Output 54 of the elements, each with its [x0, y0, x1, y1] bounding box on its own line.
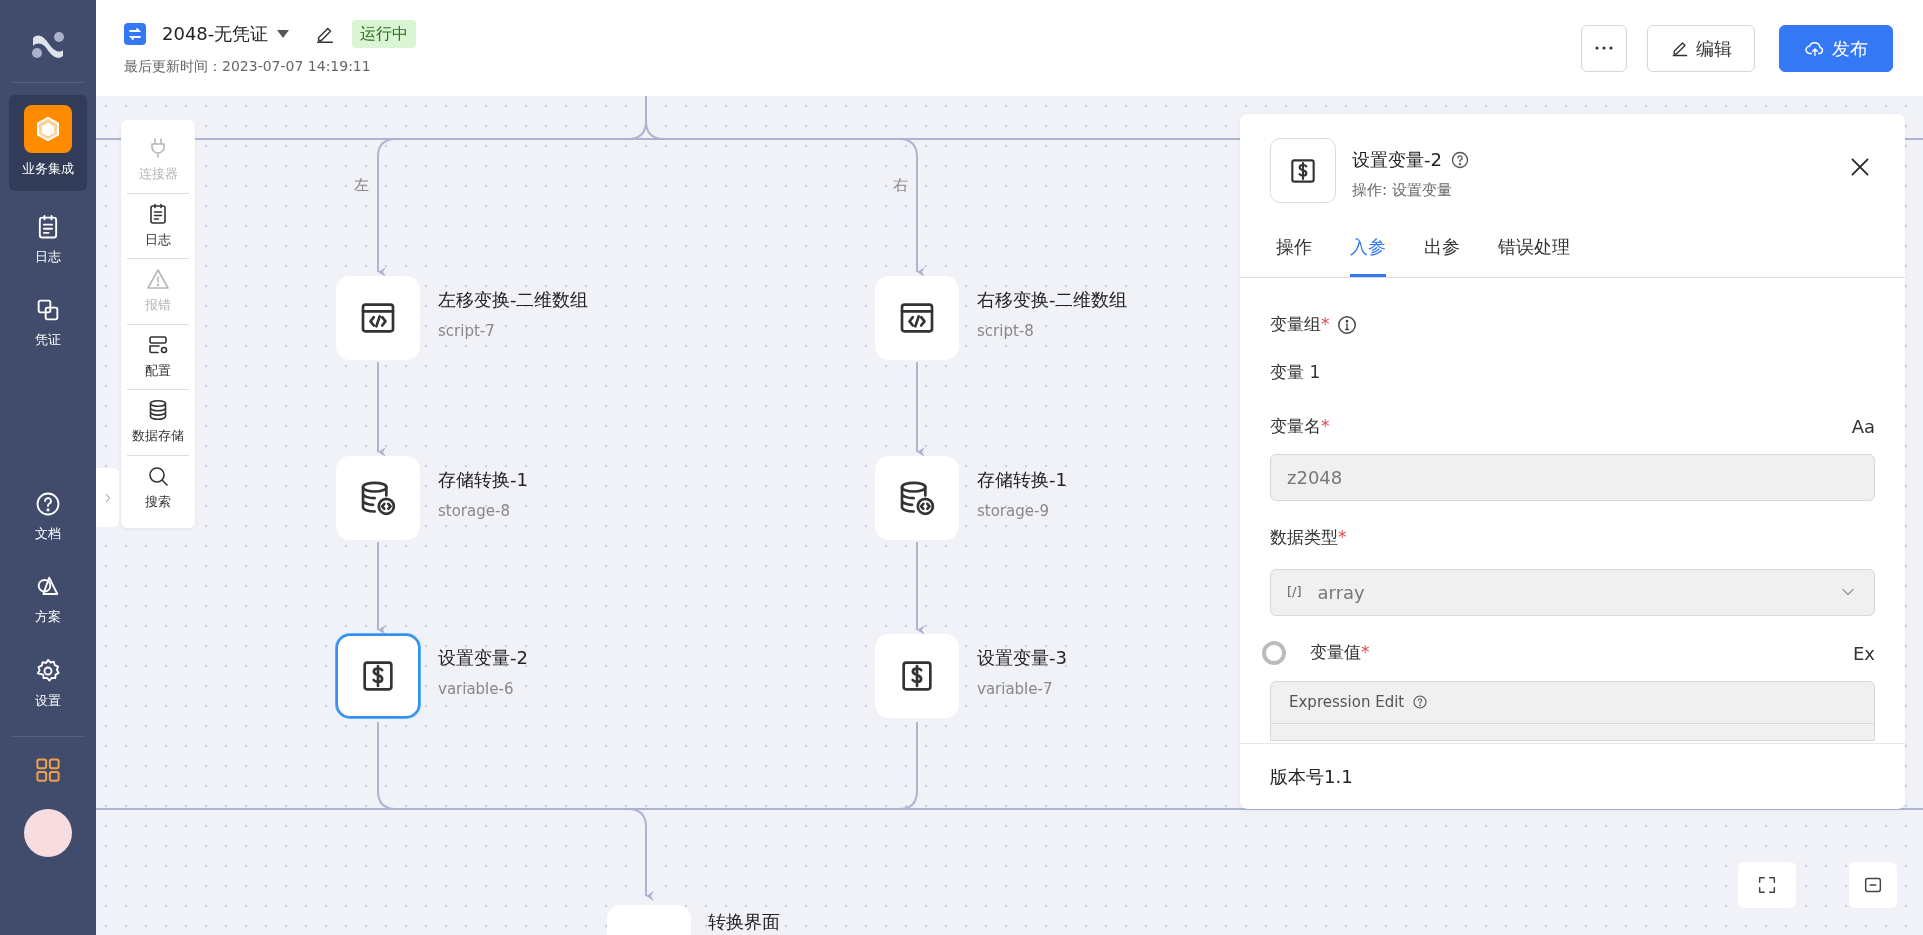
field-label: 数据类型	[1270, 526, 1338, 549]
field-label: 变量组	[1270, 313, 1321, 336]
node-id: variable-6	[438, 679, 514, 700]
required-mark: *	[1321, 414, 1330, 438]
expression-editor[interactable]: Expression Edit	[1270, 680, 1875, 741]
type-value: array	[1317, 580, 1365, 605]
sidebar-item[interactable]: 业务集成	[9, 95, 87, 191]
toolbar-item[interactable]: 日志	[127, 193, 189, 259]
panel-tab[interactable]: 错误处理	[1498, 233, 1570, 277]
sidebar-item[interactable]: 凭证	[9, 288, 87, 358]
required-mark: *	[1361, 641, 1370, 665]
node-title: 右移变换-二维数组	[977, 288, 1128, 312]
panel-tab[interactable]: 入参	[1350, 233, 1386, 277]
panel-title: 设置变量-2	[1352, 148, 1442, 172]
node-id: script-8	[977, 321, 1034, 342]
required-mark: *	[1321, 313, 1330, 336]
node-title: 转换界面	[708, 910, 780, 934]
version-text: 版本号1.1	[1240, 743, 1905, 809]
data-type-select[interactable]: [/] array	[1270, 568, 1875, 616]
text-type-toggle[interactable]: Aa	[1851, 413, 1875, 440]
node-id: script-7	[438, 321, 495, 342]
node-title: 设置变量-2	[438, 646, 528, 670]
variable-name-field[interactable]: z2048	[1270, 454, 1875, 501]
sidebar-item[interactable]: 方案	[9, 565, 87, 635]
edit-button[interactable]: 编辑	[1647, 24, 1755, 72]
node-id: variable-7	[977, 679, 1053, 700]
field-label: 变量名	[1270, 414, 1321, 438]
panel-subtitle: 操作: 设置变量	[1352, 180, 1453, 201]
type-prefix: [/]	[1287, 583, 1302, 602]
node-title: 左移变换-二维数组	[438, 288, 589, 312]
editor-title: Expression Edit	[1289, 691, 1405, 713]
sidebar-item[interactable]: 日志	[9, 204, 87, 274]
variable-item-label: 变量 1	[1270, 360, 1322, 384]
node-id: storage-9	[977, 501, 1049, 522]
panel-tab[interactable]: 操作	[1276, 233, 1312, 277]
status-badge: 运行中	[352, 19, 417, 48]
branch-label: 右	[893, 175, 908, 196]
expression-toggle[interactable]: Ex	[1852, 639, 1875, 667]
toolbar-item[interactable]: 数据存储	[127, 390, 189, 456]
branch-label: 左	[354, 175, 369, 196]
node-id: storage-8	[438, 501, 510, 522]
last-updated-text: 最后更新时间：2023-07-07 14:19:11	[124, 56, 372, 76]
toolbar-item[interactable]: 配置	[127, 324, 189, 390]
sidebar-item[interactable]: 文档	[9, 481, 87, 551]
node-title: 存储转换-1	[438, 468, 528, 492]
field-label: 变量值	[1310, 641, 1361, 665]
sidebar-item[interactable]: 设置	[9, 648, 87, 718]
node-title: 存储转换-1	[977, 468, 1067, 492]
node-title: 设置变量-3	[977, 646, 1067, 670]
publish-button[interactable]: 发布	[1779, 24, 1893, 72]
toolbar-item[interactable]: 搜索	[127, 455, 189, 520]
required-mark: *	[1338, 526, 1347, 549]
flow-title-dropdown[interactable]: 2048-无凭证	[162, 20, 291, 47]
panel-tab[interactable]: 出参	[1424, 233, 1460, 277]
